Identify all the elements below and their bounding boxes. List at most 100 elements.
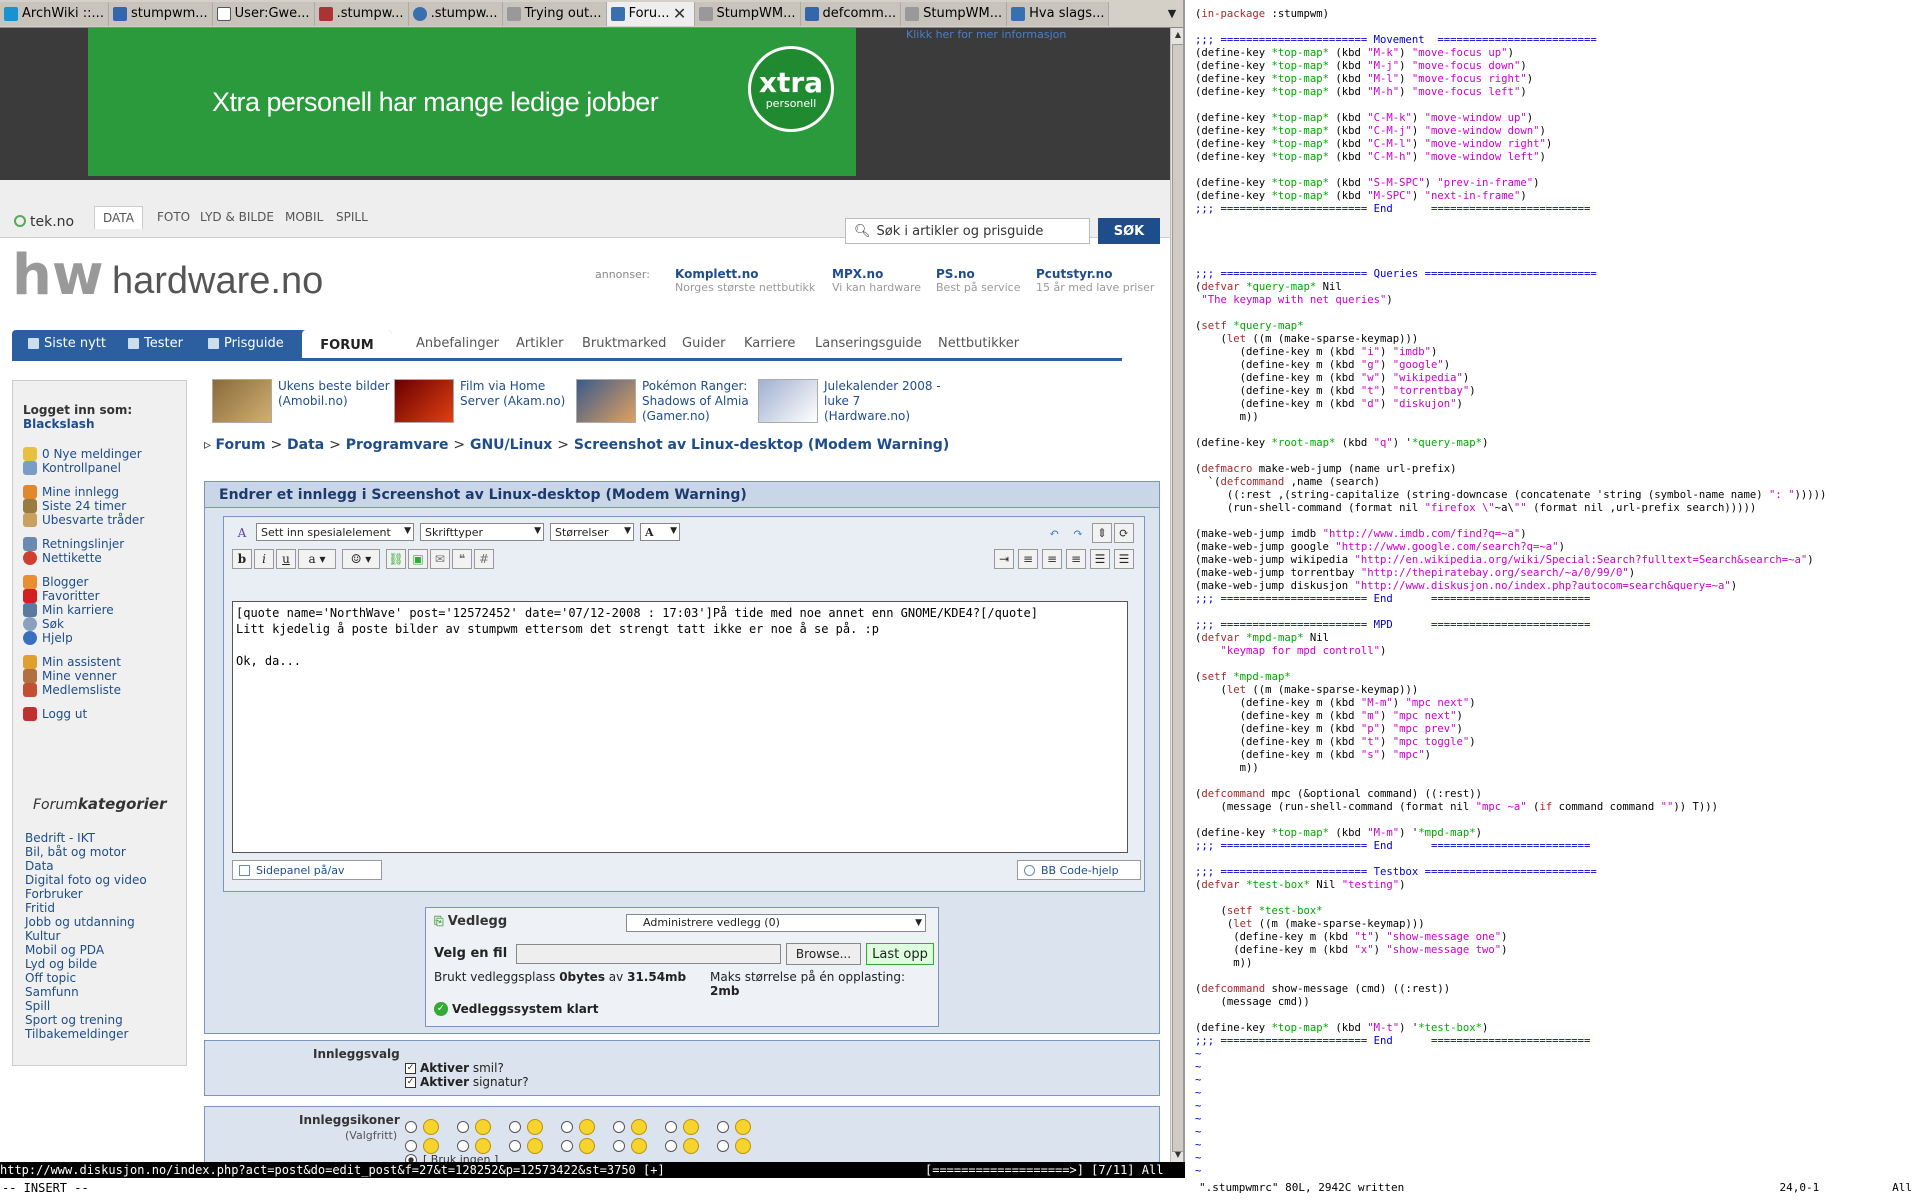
category-link[interactable]: Spill [25,999,50,1013]
redo-icon[interactable]: ↷ [1068,523,1088,543]
upload-button[interactable]: Last opp [866,943,934,965]
post-icon-radio[interactable] [457,1140,469,1152]
undo-icon[interactable]: ↶ [1044,523,1064,543]
sidebar-link-mine-innlegg[interactable]: Mine innlegg [23,485,119,499]
nav-prisguide[interactable]: Prisguide [208,336,284,351]
bbcode-help-button[interactable]: BB Code-hjelp [1017,860,1141,880]
sidebar-link-venner[interactable]: Mine venner [23,669,117,683]
nav-mobil[interactable]: MOBIL [285,210,323,224]
nav-karriere[interactable]: Karriere [744,336,795,351]
post-icon-radio[interactable] [405,1121,417,1133]
category-link[interactable]: Tilbakemeldinger [25,1027,128,1041]
file-input[interactable] [516,944,781,964]
category-link[interactable]: Jobb og utdanning [25,915,135,929]
post-icon-radio[interactable] [561,1140,573,1152]
attachments-select[interactable]: Administrere vedlegg (0) ▼ [626,914,926,932]
italic-button[interactable]: i [254,549,274,569]
tab-list-button[interactable]: ▼ [1159,7,1183,20]
resize-icon[interactable]: ⇕ [1092,523,1112,543]
radio-none-selected[interactable] [405,1154,417,1162]
post-icon-radio[interactable] [509,1121,521,1133]
align-right-icon[interactable]: ≡ [1066,549,1086,569]
browse-button[interactable]: Browse... [786,943,861,965]
nav-bruktmarked[interactable]: Bruktmarked [582,336,666,351]
hardware-logo[interactable]: hw hardware.no [12,246,323,318]
sidebar-link-ubesvarte[interactable]: Ubesvarte tråder [23,513,144,527]
vim-editor[interactable]: (in-package :stumpwm) ;;; ===============… [1191,0,1920,1200]
breadcrumb-link[interactable]: GNU/Linux [470,437,552,453]
post-icon-radio[interactable] [405,1140,417,1152]
featured-item[interactable]: Film via Home Server (Akam.no) [394,379,565,423]
ad-info-link[interactable]: Klikk her for mer informasjon [906,28,1066,41]
close-icon[interactable]: ✕ [670,4,690,24]
enable-signature-checkbox[interactable]: ✓ Aktiver signatur? [405,1075,529,1089]
category-link[interactable]: Lyd og bilde [25,957,97,971]
sidebar-link-logg-ut[interactable]: Logg ut [23,707,87,721]
sidebar-link-kontrollpanel[interactable]: Kontrollpanel [23,461,121,475]
featured-item[interactable]: Julekalender 2008 - luke 7 (Hardware.no) [758,379,941,424]
tab-forum[interactable]: Foru... ✕ [606,1,695,26]
category-link[interactable]: Forbruker [25,887,83,901]
breadcrumb-link[interactable]: Data [287,437,324,453]
category-link[interactable]: Bedrift - IKT [25,831,95,845]
category-link[interactable]: Sport og trening [25,1013,123,1027]
sidebar-link-favoritter[interactable]: Favoritter [23,589,100,603]
tab-stumpwm-1[interactable]: stumpwm... [108,1,213,26]
underline-button[interactable]: u [276,549,296,569]
special-element-select[interactable]: Sett inn spesialelement ▼ [256,523,414,541]
tab-user-gwe[interactable]: User:Gwe... [212,1,315,26]
post-icon-radio[interactable] [717,1121,729,1133]
ad-mpx[interactable]: MPX.no Vi kan hardware [832,267,921,294]
featured-item[interactable]: Pokémon Ranger: Shadows of Almia (Gamer.no… [576,379,749,424]
sidebar-link-hjelp[interactable]: Hjelp [23,631,73,645]
nav-tester[interactable]: Tester [128,336,183,351]
tab-stumpw-2[interactable]: .stumpw... [408,1,503,26]
nav-data[interactable]: DATA [94,206,143,229]
nav-artikler[interactable]: Artikler [516,336,563,351]
tab-stumpwm-3[interactable]: StumpWM... [901,1,1008,26]
email-icon[interactable]: ✉ [430,549,450,569]
size-select[interactable]: Størrelser ▼ [550,523,634,541]
sidebar-link-messages[interactable]: 0 Nye meldinger [23,447,142,461]
post-icon-radio[interactable] [613,1140,625,1152]
search-input[interactable]: 🔍︎ Søk i artikler og prisguide [845,218,1090,244]
featured-item[interactable]: Ukens beste bilder (Amobil.no) [212,379,390,423]
nav-anbefalinger[interactable]: Anbefalinger [416,336,499,351]
emoticon-button[interactable]: ☺ ▾ [342,549,380,569]
tab-defcomm[interactable]: defcomm... [800,1,902,26]
code-icon[interactable]: # [474,549,494,569]
post-icon-radio[interactable] [665,1121,677,1133]
link-icon[interactable]: ⛓ [386,549,406,569]
format-icon[interactable]: A [232,523,252,543]
ad-pcutstyr[interactable]: Pcutstyr.no 15 år med lave priser [1036,267,1154,294]
sidebar-link-retningslinjer[interactable]: Retningslinjer [23,537,124,551]
image-icon[interactable]: ▣ [408,549,428,569]
post-icon-radio[interactable] [665,1140,677,1152]
sidebar-link-medlemsliste[interactable]: Medlemsliste [23,683,121,697]
post-icon-radio[interactable] [613,1121,625,1133]
search-button[interactable]: SØK [1098,218,1160,244]
font-select[interactable]: Skrifttyper ▼ [420,523,544,541]
sidepanel-toggle-button[interactable]: Sidepanel på/av [232,860,382,880]
category-link[interactable]: Off topic [25,971,76,985]
ad-banner[interactable]: Xtra personell har mange ledige jobber x… [0,28,1170,180]
nav-spill[interactable]: SPILL [336,210,368,224]
sidebar-link-assistent[interactable]: Min assistent [23,655,121,669]
bold-button[interactable]: b [232,549,252,569]
nav-forum[interactable]: FORUM [302,330,392,360]
ad-ps[interactable]: PS.no Best på service [936,267,1020,294]
ad-komplett[interactable]: Komplett.no Norges største nettbutikk [675,267,815,294]
vim-buffer[interactable]: (in-package :stumpwm) ;;; ===============… [1195,8,1915,1178]
indent-icon[interactable]: ⇥ [994,549,1014,569]
breadcrumb-link[interactable]: Programvare [346,437,449,453]
post-icon-radio[interactable] [717,1140,729,1152]
font-style-button[interactable]: a ▾ [298,549,336,569]
category-link[interactable]: Kultur [25,929,60,943]
nav-lanseringsguide[interactable]: Lanseringsguide [815,336,922,351]
nav-foto[interactable]: FOTO [157,210,190,224]
page-scrollbar[interactable]: ▲ ▼ [1170,28,1183,1162]
post-icon-radio[interactable] [457,1121,469,1133]
nav-siste-nytt[interactable]: Siste nytt [28,336,106,351]
text-color-select[interactable]: A ▼ [640,523,680,541]
nav-lyd-bilde[interactable]: LYD & BILDE [200,210,274,224]
